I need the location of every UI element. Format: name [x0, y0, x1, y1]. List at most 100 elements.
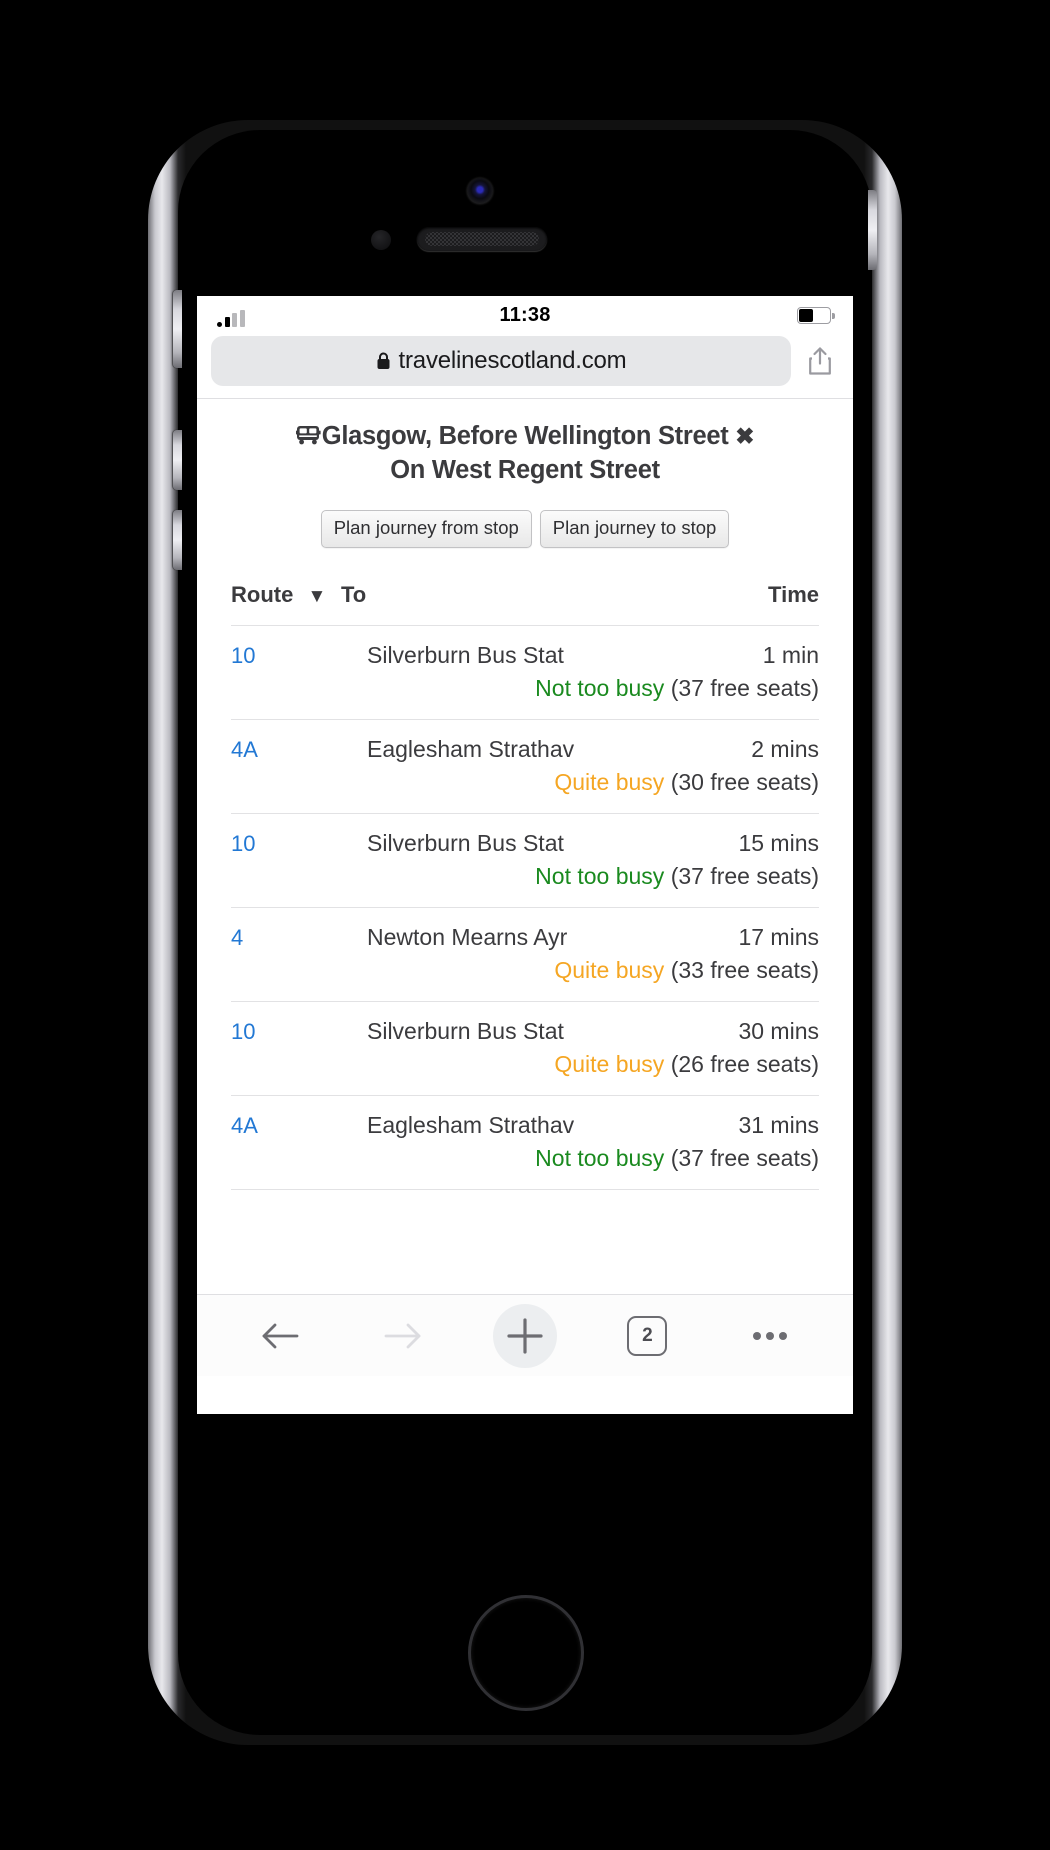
destination-cell: Silverburn Bus Stat — [367, 1017, 564, 1044]
crowding-cell: Not too busy (37 free seats) — [231, 668, 819, 720]
route-link[interactable]: 4A — [231, 737, 258, 762]
filter-icon[interactable]: ▼ — [307, 586, 326, 607]
forward-button[interactable] — [371, 1306, 435, 1366]
departure-time-cell: 17 mins — [738, 923, 819, 950]
plan-journey-from-stop-button[interactable]: Plan journey from stop — [320, 510, 532, 548]
departure-time-cell: 2 mins — [751, 735, 819, 762]
share-icon — [809, 347, 831, 375]
status-bar-clock: 11:38 — [499, 304, 551, 326]
tab-count-badge[interactable]: 2 — [627, 1315, 668, 1356]
web-page-content: Glasgow, Before Wellington Street ✖ On W… — [197, 399, 853, 1294]
status-bar: 11:38 — [197, 296, 853, 334]
destination-cell: Eaglesham Strathav — [367, 735, 575, 762]
earpiece-speaker-grille — [417, 227, 547, 251]
arrow-right-icon — [384, 1323, 420, 1348]
departure-time-cell: 30 mins — [738, 1017, 819, 1044]
column-header-route[interactable]: Route ▼ — [231, 581, 341, 626]
route-link[interactable]: 4A — [231, 1113, 258, 1138]
address-bar[interactable]: travelinescotland.com — [211, 336, 791, 386]
free-seats-text: (37 free seats) — [664, 1144, 819, 1171]
route-link[interactable]: 10 — [231, 643, 255, 668]
free-seats-text: (37 free seats) — [664, 674, 819, 701]
phone-device-frame: 11:38 travelinescotland.com Glasgow, Bef… — [148, 120, 902, 1745]
mute-switch-button[interactable] — [173, 290, 182, 368]
route-link[interactable]: 10 — [231, 1019, 255, 1044]
plus-icon — [507, 1317, 543, 1354]
table-row[interactable]: 10 Silverburn Bus Stat 30 mins — [231, 1001, 819, 1045]
ellipsis-icon-dot — [752, 1331, 761, 1340]
crowding-status-badge: Quite busy — [554, 956, 665, 983]
crowding-row: Not too busy (37 free seats) — [231, 668, 819, 720]
crowding-status-badge: Quite busy — [554, 768, 665, 795]
page-title: Glasgow, Before Wellington Street ✖ On W… — [231, 421, 819, 486]
front-camera-icon — [467, 178, 493, 204]
crowding-status-badge: Not too busy — [535, 1144, 665, 1171]
plan-journey-to-stop-button[interactable]: Plan journey to stop — [539, 510, 730, 548]
proximity-sensor-icon — [371, 230, 391, 250]
route-cell: 4 — [231, 907, 341, 951]
volume-down-button[interactable] — [173, 510, 182, 570]
free-seats-text: (26 free seats) — [664, 1050, 819, 1077]
table-row[interactable]: 4A Eaglesham Strathav 31 mins — [231, 1095, 819, 1139]
route-link[interactable]: 4 — [231, 925, 243, 950]
departure-time-cell: 1 min — [762, 641, 819, 668]
crowding-row: Not too busy (37 free seats) — [231, 1138, 819, 1190]
table-row[interactable]: 10 Silverburn Bus Stat 15 mins — [231, 813, 819, 857]
phone-screen: 11:38 travelinescotland.com Glasgow, Bef… — [197, 296, 853, 1414]
departure-time-cell: 31 mins — [738, 1111, 819, 1138]
new-tab-button[interactable] — [492, 1303, 557, 1368]
battery-level-fill — [799, 309, 814, 322]
ellipsis-icon-dot — [765, 1331, 774, 1340]
route-cell: 10 — [231, 1001, 341, 1045]
power-button[interactable] — [868, 190, 877, 270]
column-header-route-label: Route — [231, 581, 294, 607]
free-seats-text: (37 free seats) — [664, 862, 819, 889]
table-row[interactable]: 4A Eaglesham Strathav 2 mins — [231, 719, 819, 763]
back-button[interactable] — [248, 1306, 312, 1366]
bus-icon — [295, 423, 321, 455]
more-button[interactable] — [738, 1306, 802, 1366]
home-button[interactable] — [468, 1595, 584, 1711]
destination-cell: Silverburn Bus Stat — [367, 641, 564, 668]
departures-table: Route ▼ To Time 10 Silverburn Bus Stat 1 m… — [231, 581, 819, 1190]
tabs-button[interactable]: 2 — [615, 1306, 679, 1366]
crowding-status-badge: Quite busy — [554, 1050, 665, 1077]
share-button[interactable] — [801, 339, 839, 383]
table-row[interactable]: 10 Silverburn Bus Stat 1 min — [231, 625, 819, 669]
crowding-cell: Quite busy (33 free seats) — [231, 950, 819, 1002]
destination-cell: Silverburn Bus Stat — [367, 829, 564, 856]
free-seats-text: (33 free seats) — [664, 956, 819, 983]
crowding-row: Quite busy (26 free seats) — [231, 1044, 819, 1096]
crowding-status-badge: Not too busy — [535, 862, 665, 889]
browser-address-bar-container: travelinescotland.com — [197, 334, 853, 399]
stop-name-line-2: On West Regent Street — [390, 455, 660, 484]
departure-time-cell: 15 mins — [738, 829, 819, 856]
crowding-cell: Not too busy (37 free seats) — [231, 856, 819, 908]
destination-cell: Newton Mearns Ayr — [367, 923, 568, 950]
route-cell: 10 — [231, 813, 341, 857]
lock-icon — [376, 352, 391, 370]
browser-bottom-toolbar: 2 — [197, 1294, 853, 1376]
close-icon[interactable]: ✖ — [735, 423, 754, 449]
destination-cell: Eaglesham Strathav — [367, 1111, 575, 1138]
route-link[interactable]: 10 — [231, 831, 255, 856]
crowding-row: Not too busy (37 free seats) — [231, 856, 819, 908]
crowding-cell: Not too busy (37 free seats) — [231, 1138, 819, 1190]
phone-bezel: 11:38 travelinescotland.com Glasgow, Bef… — [173, 130, 877, 1735]
table-row[interactable]: 4 Newton Mearns Ayr 17 mins — [231, 907, 819, 951]
crowding-cell: Quite busy (30 free seats) — [231, 762, 819, 814]
ellipsis-icon-dot — [778, 1331, 787, 1340]
route-cell: 4A — [231, 719, 341, 763]
url-text: travelinescotland.com — [398, 347, 627, 374]
battery-icon — [797, 307, 835, 324]
crowding-cell: Quite busy (26 free seats) — [231, 1044, 819, 1096]
plan-journey-button-group: Plan journey from stop Plan journey to s… — [231, 510, 819, 548]
volume-up-button[interactable] — [173, 430, 182, 490]
column-header-to: To — [341, 581, 669, 626]
crowding-row: Quite busy (30 free seats) — [231, 762, 819, 814]
stop-name-line-1: Glasgow, Before Wellington Street — [321, 422, 729, 450]
crowding-row: Quite busy (33 free seats) — [231, 950, 819, 1002]
crowding-status-badge: Not too busy — [535, 674, 665, 701]
table-header-row: Route ▼ To Time — [231, 581, 819, 626]
free-seats-text: (30 free seats) — [664, 768, 819, 795]
